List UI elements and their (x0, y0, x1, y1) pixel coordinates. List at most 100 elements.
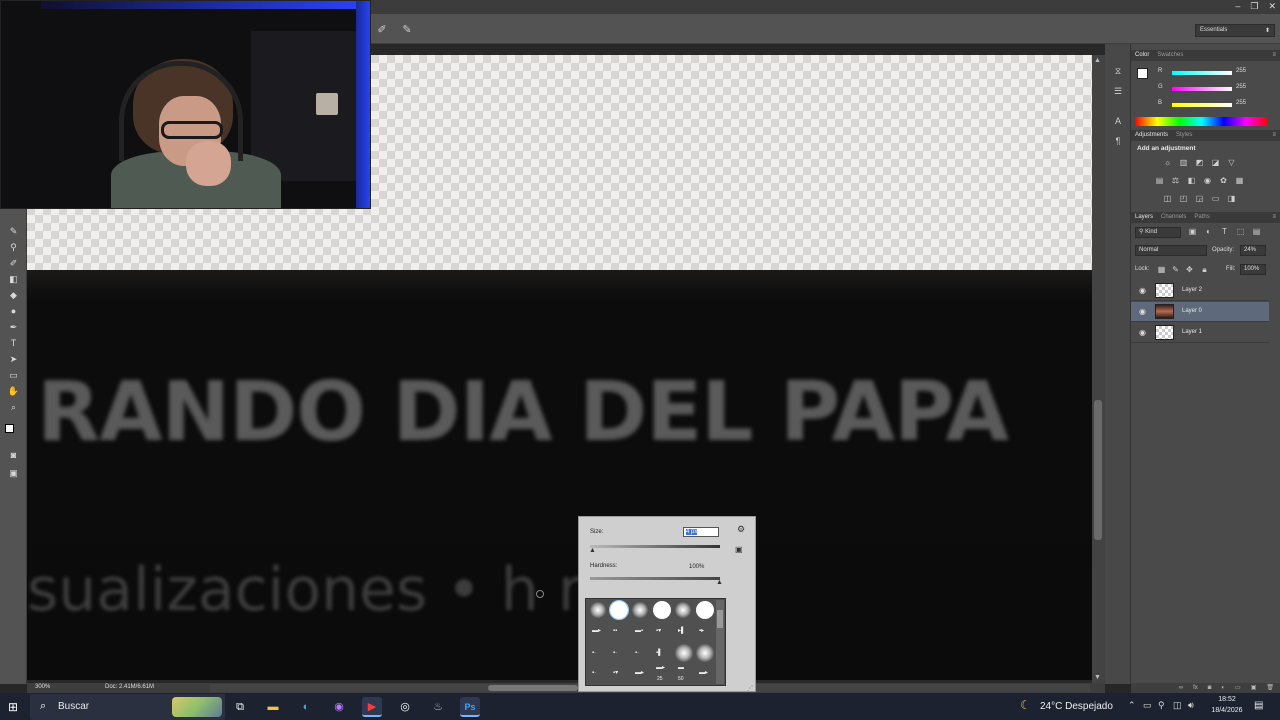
tab-color[interactable]: Color (1135, 50, 1149, 61)
hardness-slider[interactable] (590, 577, 720, 580)
selective-color-icon[interactable]: ◨ (1226, 194, 1237, 204)
hue-sat-icon[interactable]: ▤ (1154, 176, 1165, 186)
brush-tip[interactable]: ▪· (592, 650, 602, 656)
brush-tip-list[interactable]: ▬▸ ▪▪ ▬▪ ▪▾ ▸▌ ▪▸ ▪· ▪· ▪· ▪▌ ▪· ▪▾ ▬▸ ▬… (585, 598, 726, 686)
black-white-icon[interactable]: ◧ (1186, 176, 1197, 186)
filter-pixel-icon[interactable]: ▣ (1187, 227, 1198, 237)
eraser-icon[interactable]: ◧ (6, 272, 21, 287)
new-preset-icon[interactable]: ▣ (735, 545, 743, 554)
vertical-scrollbar[interactable] (1092, 55, 1105, 683)
delete-layer-icon[interactable]: 🗑︎ (1266, 683, 1274, 693)
lock-transparent-icon[interactable]: ▦ (1156, 265, 1167, 275)
paragraph-icon[interactable]: ¶ (1111, 134, 1125, 148)
red-track[interactable] (1172, 71, 1232, 75)
blue-slider[interactable]: B 255 (1158, 100, 1268, 110)
document-size[interactable]: Doc: 2.41M/6.61M (105, 684, 154, 690)
visibility-eye-icon[interactable]: ◉ (1139, 286, 1146, 295)
brush-tip[interactable]: ▸▌ (678, 628, 688, 634)
foreground-swatch[interactable] (1137, 68, 1148, 79)
zoom-tool-icon[interactable]: ⌕ (6, 400, 21, 415)
filter-type-icon[interactable]: T (1219, 227, 1230, 237)
brush-tip[interactable] (653, 601, 671, 619)
brush-tool-icon[interactable]: ✎ (6, 224, 21, 239)
layer-filter-kind[interactable]: ⚲ Kind (1135, 227, 1181, 238)
search-placeholder[interactable]: Buscar (58, 701, 89, 712)
hardness-value[interactable]: 100% (689, 564, 704, 570)
brush-tip[interactable]: ▪▾ (613, 670, 623, 676)
brush-tip[interactable]: ▬▸ (635, 670, 645, 676)
visibility-eye-icon[interactable]: ◉ (1139, 307, 1146, 316)
network-icon[interactable]: ◫ (1173, 700, 1182, 711)
scroll-down-icon[interactable]: ▼ (1094, 674, 1101, 681)
properties-icon[interactable]: ☰ (1111, 84, 1125, 98)
chevron-up-icon[interactable]: ⌃ (1128, 700, 1136, 711)
airbrush-icon[interactable]: ✐ (375, 23, 389, 37)
brush-tip[interactable] (696, 644, 714, 662)
workspace-select[interactable]: Essentials ⬍ (1195, 24, 1275, 37)
filter-shape-icon[interactable]: ⬚ (1235, 227, 1246, 237)
tab-layers[interactable]: Layers (1135, 212, 1153, 223)
pressure-icon[interactable]: ✎ (400, 23, 414, 37)
canvas-image[interactable]: RANDO DIA DEL PAPA sualizaciones • h mes… (27, 270, 1092, 680)
fill-input[interactable]: 100% (1240, 264, 1266, 275)
layer-row[interactable]: ◉ Layer 1 (1131, 323, 1269, 343)
lock-position-icon[interactable]: ✥ (1184, 265, 1195, 275)
new-group-icon[interactable]: ▭ (1235, 683, 1241, 693)
red-value[interactable]: 255 (1236, 68, 1246, 74)
scroll-up-icon[interactable]: ▲ (1094, 57, 1101, 64)
color-spectrum[interactable] (1135, 117, 1268, 126)
brush-tip[interactable] (675, 602, 691, 618)
link-layers-icon[interactable]: ∞ (1179, 683, 1183, 693)
visibility-eye-icon[interactable]: ◉ (1139, 328, 1146, 337)
horizontal-scroll-thumb[interactable] (488, 685, 578, 691)
brush-size-input[interactable]: 4 px (683, 527, 719, 537)
display-icon[interactable]: ▭ (1143, 700, 1152, 711)
opacity-input[interactable]: 24% (1240, 245, 1266, 256)
posterize-icon[interactable]: ◰ (1178, 194, 1189, 204)
restore-button[interactable]: ❐ (1250, 1, 1258, 12)
task-view-icon[interactable]: ⧉ (230, 697, 250, 717)
panel-menu-icon[interactable]: ≡ (1272, 130, 1276, 141)
new-adjustment-icon[interactable]: ◐ (1221, 683, 1225, 693)
edge-icon[interactable]: ◐ (296, 697, 316, 717)
brush-tip[interactable]: ▬▸ (699, 670, 709, 676)
volume-icon[interactable]: 🔊︎ (1188, 700, 1194, 711)
panel-menu-icon[interactable]: ≡ (1272, 212, 1276, 223)
search-highlight-image[interactable] (172, 697, 222, 717)
type-tool-icon[interactable]: T (6, 336, 21, 351)
tab-adjustments[interactable]: Adjustments (1135, 130, 1168, 141)
layer-name[interactable]: Layer 1 (1182, 329, 1202, 335)
layer-name[interactable]: Layer 0 (1182, 308, 1202, 314)
blend-mode-select[interactable]: Normal (1135, 245, 1207, 256)
dodge-icon[interactable]: ● (6, 304, 21, 319)
chrome-icon[interactable]: ◉ (329, 697, 349, 717)
pen-tool-icon[interactable]: ✒ (6, 320, 21, 335)
invert-icon[interactable]: ◫ (1162, 194, 1173, 204)
layer-name[interactable]: Layer 2 (1182, 287, 1202, 293)
brush-tip[interactable] (632, 602, 648, 618)
brush-size-slider[interactable] (590, 545, 720, 548)
foreground-color-swatch[interactable] (5, 424, 14, 433)
screen-mode-icon[interactable]: ▣ (6, 466, 21, 481)
lock-pixels-icon[interactable]: ✎ (1170, 265, 1181, 275)
hand-tool-icon[interactable]: ✋ (6, 384, 21, 399)
brush-tip-selected[interactable] (609, 600, 629, 620)
path-select-icon[interactable]: ➤ (6, 352, 21, 367)
lock-all-icon[interactable]: 🔒︎ (1199, 265, 1210, 275)
threshold-icon[interactable]: ◲ (1194, 194, 1205, 204)
brush-list-scroll-thumb[interactable] (717, 610, 723, 628)
gear-icon[interactable]: ⚙ (737, 524, 745, 535)
tab-swatches[interactable]: Swatches (1157, 50, 1183, 61)
exposure-icon[interactable]: ◪ (1210, 158, 1221, 168)
channel-mixer-icon[interactable]: ✿ (1218, 176, 1229, 186)
blue-value[interactable]: 255 (1236, 100, 1246, 106)
brush-tip[interactable]: ▪· (592, 670, 602, 676)
brush-tip[interactable] (696, 601, 714, 619)
brush-tip[interactable]: ▪▪ (613, 628, 623, 634)
red-slider[interactable]: R 255 (1158, 68, 1268, 78)
brush-tip[interactable] (590, 602, 606, 618)
steam-icon[interactable]: ♨ (428, 697, 448, 717)
color-lookup-icon[interactable]: ▦ (1234, 176, 1245, 186)
brush-tip[interactable] (675, 644, 693, 662)
layer-style-icon[interactable]: fx (1193, 683, 1198, 693)
